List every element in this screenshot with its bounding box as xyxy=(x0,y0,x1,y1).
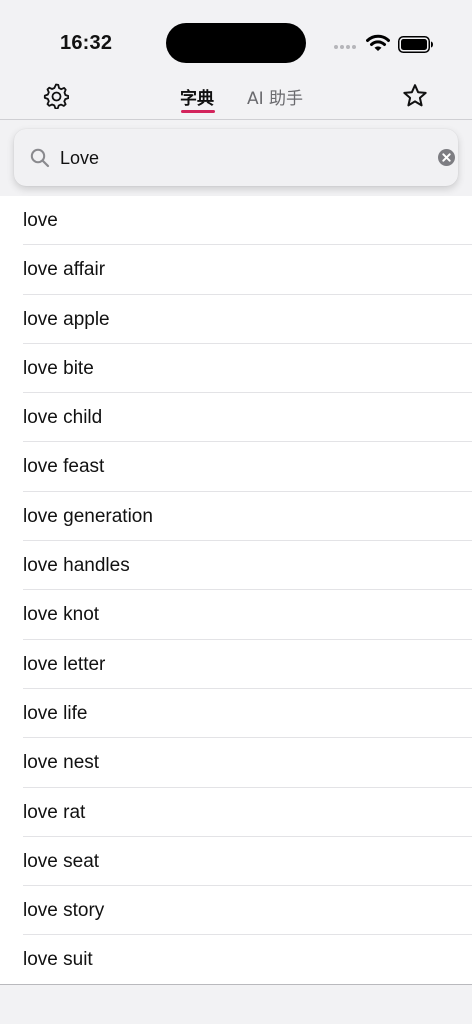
favorites-button[interactable] xyxy=(401,82,429,110)
settings-button[interactable] xyxy=(42,82,70,110)
list-item[interactable]: love seat xyxy=(0,837,472,887)
list-item-label: love child xyxy=(23,407,103,429)
list-item[interactable]: love apple xyxy=(0,295,472,345)
list-item-label: love generation xyxy=(23,505,153,527)
list-item[interactable]: love child xyxy=(0,393,472,443)
star-icon xyxy=(403,84,427,107)
list-item[interactable]: love story xyxy=(0,886,472,936)
list-item-label: love apple xyxy=(23,308,110,330)
list-item-label: love affair xyxy=(23,259,106,281)
search-bar xyxy=(14,129,458,186)
list-item[interactable]: love suit xyxy=(0,935,472,984)
status-time: 16:32 xyxy=(60,32,113,54)
list-item-label: love rat xyxy=(23,801,86,823)
list-item[interactable]: love rat xyxy=(0,788,472,838)
list-item[interactable]: love xyxy=(0,196,472,246)
list-item-label: love seat xyxy=(23,850,100,872)
list-item-label: love bite xyxy=(23,357,94,379)
wifi-icon xyxy=(366,34,390,51)
list-item[interactable]: love affair xyxy=(0,245,472,295)
battery-icon xyxy=(398,36,433,53)
active-tab-indicator xyxy=(181,110,215,113)
list-item-label: love life xyxy=(23,702,88,724)
list-item[interactable]: love nest xyxy=(0,738,472,788)
tab-ai-assistant[interactable]: AI 助手 xyxy=(247,84,303,109)
search-input[interactable] xyxy=(60,143,410,173)
list-item[interactable]: love knot xyxy=(0,590,472,640)
tab-dictionary[interactable]: 字典 xyxy=(180,84,214,109)
list-item[interactable]: love life xyxy=(0,689,472,739)
list-item-label: love suit xyxy=(23,949,93,971)
search-icon xyxy=(30,148,50,168)
list-item-label: love nest xyxy=(23,752,100,774)
gear-icon xyxy=(43,83,69,109)
list-item-label: love letter xyxy=(23,653,106,675)
top-nav-bar: 字典 AI 助手 xyxy=(0,76,472,120)
list-item[interactable]: love generation xyxy=(0,492,472,542)
list-item-label: love feast xyxy=(23,456,105,478)
list-item-label: love handles xyxy=(23,555,130,577)
list-item[interactable]: love feast xyxy=(0,442,472,493)
list-item-label: love xyxy=(23,210,58,231)
list-item[interactable]: love bite xyxy=(0,344,472,394)
clear-search-icon[interactable] xyxy=(437,148,456,167)
list-item[interactable]: love handles xyxy=(0,541,472,591)
status-bar: 16:32 xyxy=(0,0,472,76)
suggestion-list: love love affair love apple love bite love c… xyxy=(0,196,472,985)
list-item-label: love knot xyxy=(23,604,100,626)
cellular-signal-icon xyxy=(334,45,356,49)
dynamic-island xyxy=(166,23,306,63)
list-item[interactable]: love letter xyxy=(0,640,472,690)
list-item-label: love story xyxy=(23,900,105,922)
